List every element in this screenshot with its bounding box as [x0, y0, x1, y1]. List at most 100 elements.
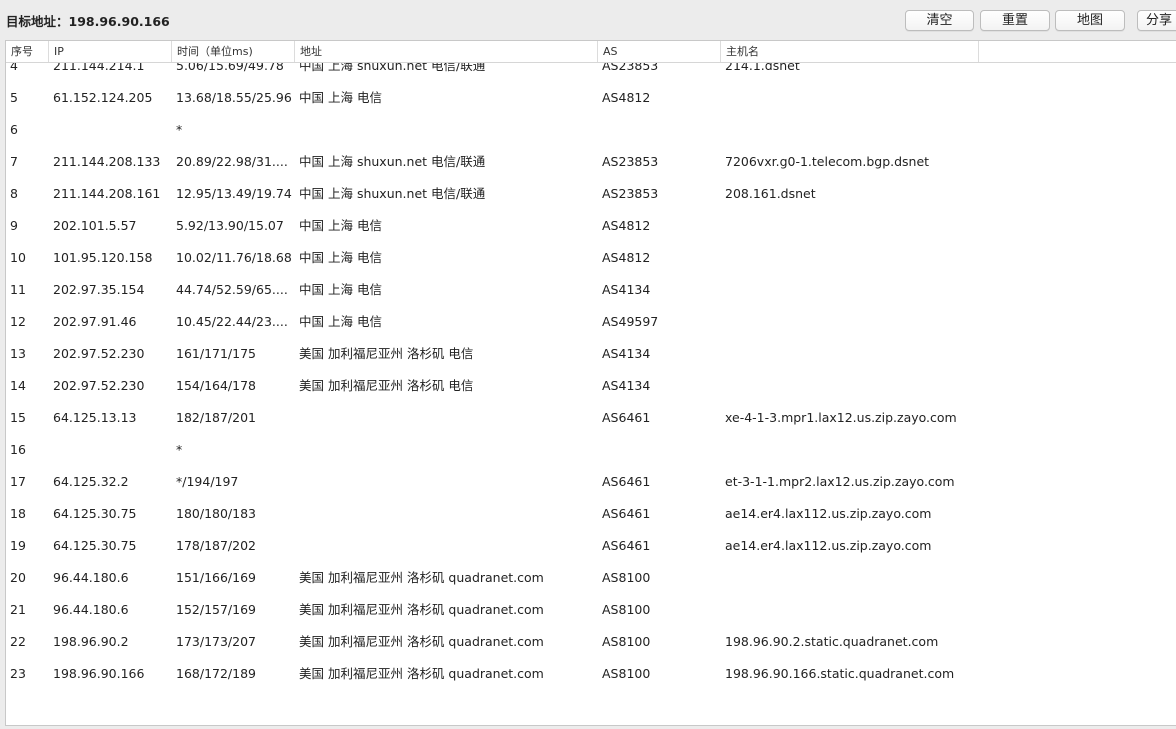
- clear-button[interactable]: 清空: [905, 10, 974, 31]
- cell-time: 180/180/183: [176, 506, 256, 521]
- column-header-ip[interactable]: IP: [49, 41, 172, 62]
- cell-hostname: [725, 82, 1165, 114]
- cell-time: 173/173/207: [176, 634, 256, 649]
- table-row[interactable]: 7 211.144.208.133 20.89/22.98/31.... 中国 上海 …: [6, 146, 1176, 178]
- reset-button[interactable]: 重置: [980, 10, 1050, 31]
- cell-address: 中国 上海 电信: [299, 314, 382, 329]
- cell-ip: 101.95.120.158: [53, 250, 153, 265]
- cell-as: AS6461: [602, 410, 651, 425]
- cell-hostname: [725, 434, 1165, 466]
- cell-number: 9: [10, 218, 18, 233]
- cell-as: AS4812: [602, 90, 651, 105]
- table-row[interactable]: 21 96.44.180.6 152/157/169 美国 加利福尼亚州 洛杉矶 qu…: [6, 594, 1176, 626]
- cell-as: AS4134: [602, 346, 651, 361]
- cell-number: 8: [10, 186, 18, 201]
- cell-number: 20: [10, 570, 26, 585]
- share-button[interactable]: 分享: [1137, 10, 1176, 31]
- cell-as: AS8100: [602, 666, 651, 681]
- cell-ip: 211.144.208.161: [53, 186, 161, 201]
- cell-ip: 64.125.30.75: [53, 538, 137, 553]
- cell-address: [299, 530, 599, 562]
- table-row[interactable]: 16 *: [6, 434, 1176, 466]
- cell-address: 美国 加利福尼亚州 洛杉矶 quadranet.com: [299, 602, 544, 617]
- cell-time: 10.45/22.44/23....: [176, 314, 288, 329]
- cell-ip: 202.97.35.154: [53, 282, 145, 297]
- cell-address: 中国 上海 电信: [299, 250, 382, 265]
- cell-number: 22: [10, 634, 26, 649]
- table-row[interactable]: 17 64.125.32.2 */194/197 AS6461 et-3-1-1.mpr…: [6, 466, 1176, 498]
- cell-hostname: 198.96.90.166.static.quadranet.com: [725, 666, 955, 681]
- table-row[interactable]: 12 202.97.91.46 10.45/22.44/23.... 中国 上海 电信…: [6, 306, 1176, 338]
- cell-address: [299, 498, 599, 530]
- table-row[interactable]: 14 202.97.52.230 154/164/178 美国 加利福尼亚州 洛杉矶 …: [6, 370, 1176, 402]
- table-row[interactable]: 8 211.144.208.161 12.95/13.49/19.74 中国 上海 s…: [6, 178, 1176, 210]
- cell-address: 美国 加利福尼亚州 洛杉矶 quadranet.com: [299, 570, 544, 585]
- table-row[interactable]: 18 64.125.30.75 180/180/183 AS6461 ae14.er4.…: [6, 498, 1176, 530]
- cell-ip: 198.96.90.2: [53, 634, 129, 649]
- column-header-as[interactable]: AS: [598, 41, 721, 62]
- cell-ip: 64.125.30.75: [53, 506, 137, 521]
- table-row[interactable]: 11 202.97.35.154 44.74/52.59/65.... 中国 上海 电…: [6, 274, 1176, 306]
- cell-as: AS8100: [602, 570, 651, 585]
- cell-ip: 64.125.13.13: [53, 410, 137, 425]
- cell-address: [299, 434, 599, 466]
- cell-address: 中国 上海 电信: [299, 218, 382, 233]
- cell-time: 154/164/178: [176, 378, 256, 393]
- table-row[interactable]: 5 61.152.124.205 13.68/18.55/25.96 中国 上海 电信…: [6, 82, 1176, 114]
- cell-ip: 198.96.90.166: [53, 666, 145, 681]
- cell-hostname: 198.96.90.2.static.quadranet.com: [725, 634, 939, 649]
- table-row[interactable]: 6 *: [6, 114, 1176, 146]
- table-row[interactable]: 13 202.97.52.230 161/171/175 美国 加利福尼亚州 洛杉矶 …: [6, 338, 1176, 370]
- cell-address: 美国 加利福尼亚州 洛杉矶 电信: [299, 378, 474, 393]
- cell-ip: 96.44.180.6: [53, 602, 129, 617]
- cell-ip: 202.97.91.46: [53, 314, 137, 329]
- column-header-no[interactable]: 序号: [6, 41, 49, 62]
- column-header-hostname[interactable]: 主机名: [721, 41, 979, 62]
- column-header-time[interactable]: 时间（单位ms): [172, 41, 295, 62]
- cell-time: *: [176, 442, 183, 457]
- cell-ip: 96.44.180.6: [53, 570, 129, 585]
- cell-time: 5.92/13.90/15.07: [176, 218, 284, 233]
- cell-number: 6: [10, 122, 18, 137]
- cell-time: 20.89/22.98/31....: [176, 154, 288, 169]
- cell-hostname: ae14.er4.lax112.us.zip.zayo.com: [725, 506, 932, 521]
- cell-as: [602, 434, 720, 466]
- cell-hostname: [725, 274, 1165, 306]
- target-address: 目标地址：198.96.90.166: [6, 11, 170, 30]
- cell-address: 美国 加利福尼亚州 洛杉矶 电信: [299, 346, 474, 361]
- cell-hostname: 7206vxr.g0-1.telecom.bgp.dsnet: [725, 154, 930, 169]
- table-row[interactable]: 20 96.44.180.6 151/166/169 美国 加利福尼亚州 洛杉矶 qu…: [6, 562, 1176, 594]
- cell-address: 中国 上海 电信: [299, 282, 382, 297]
- map-button[interactable]: 地图: [1055, 10, 1125, 31]
- table-row[interactable]: 23 198.96.90.166 168/172/189 美国 加利福尼亚州 洛杉矶 …: [6, 658, 1176, 690]
- table-row[interactable]: 15 64.125.13.13 182/187/201 AS6461 xe-4-1-3.…: [6, 402, 1176, 434]
- table-row[interactable]: 19 64.125.30.75 178/187/202 AS6461 ae14.er4.…: [6, 530, 1176, 562]
- cell-ip: 211.144.208.133: [53, 154, 161, 169]
- table-row[interactable]: 9 202.101.5.57 5.92/13.90/15.07 中国 上海 电信 AS4…: [6, 210, 1176, 242]
- cell-time: 152/157/169: [176, 602, 256, 617]
- cell-time: 182/187/201: [176, 410, 256, 425]
- cell-hostname: ae14.er4.lax112.us.zip.zayo.com: [725, 538, 932, 553]
- cell-number: 14: [10, 378, 26, 393]
- cell-hostname: [725, 562, 1165, 594]
- cell-as: AS4134: [602, 378, 651, 393]
- cell-ip: [53, 114, 171, 146]
- cell-hostname: [725, 242, 1165, 274]
- cell-number: 15: [10, 410, 26, 425]
- cell-ip: 202.101.5.57: [53, 218, 137, 233]
- table-row[interactable]: 10 101.95.120.158 10.02/11.76/18.68 中国 上海 电…: [6, 242, 1176, 274]
- cell-ip: [53, 434, 171, 466]
- cell-time: */194/197: [176, 474, 239, 489]
- cell-hostname: [725, 370, 1165, 402]
- table-body: 3211.144.214.111.40/14.37/33.22中国 上海 shu…: [6, 41, 1176, 690]
- cell-number: 16: [10, 442, 26, 457]
- cell-as: AS4812: [602, 250, 651, 265]
- cell-as: AS8100: [602, 602, 651, 617]
- cell-time: 44.74/52.59/65....: [176, 282, 288, 297]
- cell-number: 21: [10, 602, 26, 617]
- traceroute-table[interactable]: 3211.144.214.111.40/14.37/33.22中国 上海 shu…: [5, 40, 1176, 726]
- table-row[interactable]: 22 198.96.90.2 173/173/207 美国 加利福尼亚州 洛杉矶 qu…: [6, 626, 1176, 658]
- cell-time: 13.68/18.55/25.96: [176, 90, 292, 105]
- cell-time: 161/171/175: [176, 346, 256, 361]
- column-header-address[interactable]: 地址: [295, 41, 598, 62]
